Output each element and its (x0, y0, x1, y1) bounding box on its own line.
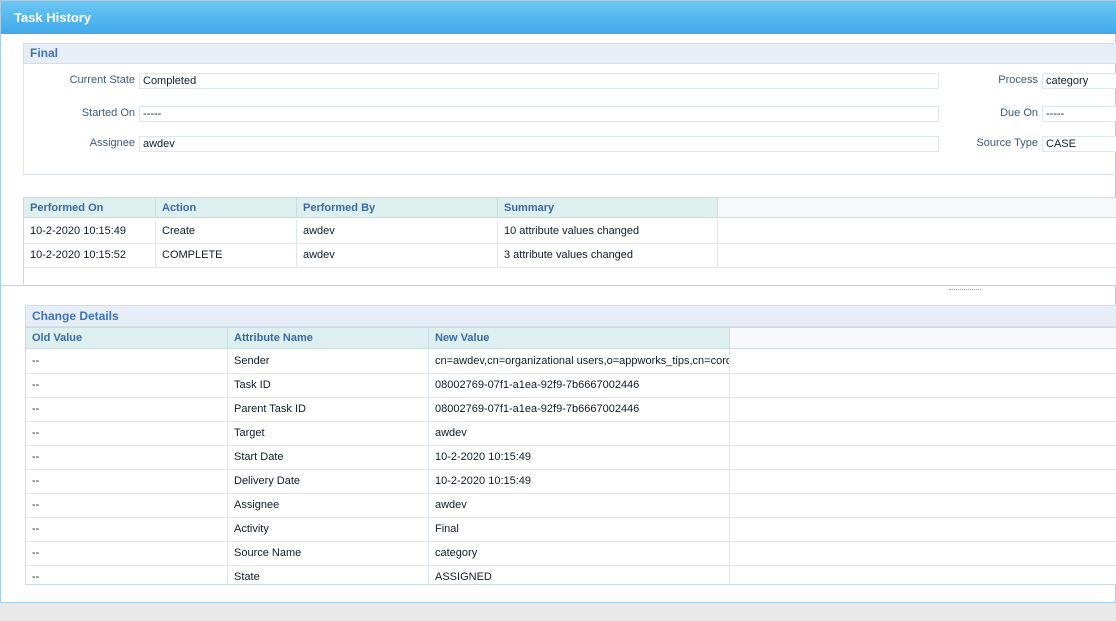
table-row[interactable]: -- Delivery Date 10-2-2020 10:15:49 (26, 470, 1116, 494)
current-state-label: Current State (69, 74, 135, 86)
performed-by-cell: awdev (297, 244, 498, 268)
new-value-cell: cn=awdev,cn=organizational users,o=appwo… (429, 350, 730, 374)
new-value-cell: 08002769-07f1-a1ea-92f9-7b6667002446 (429, 374, 730, 398)
col-performed-on[interactable]: Performed On (24, 198, 156, 218)
change-details-header: Change Details (25, 305, 1116, 327)
pane-splitter[interactable] (1, 285, 1116, 286)
col-performed-by[interactable]: Performed By (297, 198, 498, 218)
attribute-name-cell: Parent Task ID (228, 398, 429, 422)
old-value-cell: -- (26, 566, 228, 584)
window-title: Task History (1, 1, 1116, 34)
col-attribute-name[interactable]: Attribute Name (228, 328, 429, 349)
table-row[interactable]: -- Source Name category (26, 542, 1116, 566)
table-row[interactable]: 10-2-2020 10:15:49 Create awdev 10 attri… (24, 220, 1116, 244)
action-cell: COMPLETE (156, 244, 297, 268)
task-history-window: Task History Final Current State Complet… (0, 0, 1116, 603)
new-value-cell: Final (429, 518, 730, 542)
summary-cell: 10 attribute values changed (498, 220, 718, 244)
attribute-name-cell: Assignee (228, 494, 429, 518)
table-row[interactable]: -- State ASSIGNED (26, 566, 1116, 584)
started-on-field[interactable]: ----- (139, 106, 939, 122)
col-filler (730, 328, 1116, 349)
attribute-name-cell: Start Date (228, 446, 429, 470)
due-on-field[interactable]: ----- (1042, 106, 1116, 122)
table-row[interactable]: -- Task ID 08002769-07f1-a1ea-92f9-7b666… (26, 374, 1116, 398)
new-value-cell: awdev (429, 422, 730, 446)
old-value-cell: -- (26, 398, 228, 422)
attribute-name-cell: State (228, 566, 429, 584)
started-on-label: Started On (81, 107, 135, 119)
new-value-cell: ASSIGNED (429, 566, 730, 584)
col-summary[interactable]: Summary (498, 198, 718, 218)
process-label: Process (998, 74, 1038, 86)
summary-cell: 3 attribute values changed (498, 244, 718, 268)
old-value-cell: -- (26, 494, 228, 518)
col-new-value[interactable]: New Value (429, 328, 730, 349)
assignee-label: Assignee (89, 137, 135, 149)
new-value-cell: 10-2-2020 10:15:49 (429, 446, 730, 470)
action-cell: Create (156, 220, 297, 244)
new-value-cell: category (429, 542, 730, 566)
new-value-cell: 08002769-07f1-a1ea-92f9-7b6667002446 (429, 398, 730, 422)
history-grid: Performed On Action Performed By Summary… (23, 197, 1116, 285)
col-filler (718, 198, 1116, 218)
performed-on-cell: 10-2-2020 10:15:49 (24, 220, 156, 244)
old-value-cell: -- (26, 374, 228, 398)
performed-by-cell: awdev (297, 220, 498, 244)
old-value-cell: -- (26, 446, 228, 470)
attribute-name-cell: Task ID (228, 374, 429, 398)
col-old-value[interactable]: Old Value (26, 328, 228, 349)
old-value-cell: -- (26, 470, 228, 494)
attribute-name-cell: Activity (228, 518, 429, 542)
table-row[interactable]: -- Target awdev (26, 422, 1116, 446)
col-action[interactable]: Action (156, 198, 297, 218)
process-field[interactable]: category (1042, 73, 1116, 89)
attribute-name-cell: Source Name (228, 542, 429, 566)
old-value-cell: -- (26, 350, 228, 374)
splitter-grip[interactable] (949, 289, 981, 292)
attribute-name-cell: Delivery Date (228, 470, 429, 494)
table-row[interactable]: -- Assignee awdev (26, 494, 1116, 518)
table-row[interactable]: 10-2-2020 10:15:52 COMPLETE awdev 3 attr… (24, 244, 1116, 268)
old-value-cell: -- (26, 542, 228, 566)
table-row[interactable]: -- Start Date 10-2-2020 10:15:49 (26, 446, 1116, 470)
attribute-name-cell: Sender (228, 350, 429, 374)
current-state-field[interactable]: Completed (139, 73, 939, 89)
table-row[interactable]: -- Sender cn=awdev,cn=organizational use… (26, 350, 1116, 374)
source-type-label: Source Type (976, 137, 1038, 149)
due-on-label: Due On (1000, 107, 1038, 119)
table-row[interactable]: -- Activity Final (26, 518, 1116, 542)
performed-on-cell: 10-2-2020 10:15:52 (24, 244, 156, 268)
table-row[interactable]: -- Parent Task ID 08002769-07f1-a1ea-92f… (26, 398, 1116, 422)
new-value-cell: awdev (429, 494, 730, 518)
old-value-cell: -- (26, 422, 228, 446)
change-details-grid: Old Value Attribute Name New Value -- Se… (25, 327, 1116, 585)
new-value-cell: 10-2-2020 10:15:49 (429, 470, 730, 494)
source-type-field[interactable]: CASE (1042, 136, 1116, 152)
assignee-field[interactable]: awdev (139, 136, 939, 152)
final-section-header: Final (23, 43, 1116, 64)
attribute-name-cell: Target (228, 422, 429, 446)
old-value-cell: -- (26, 518, 228, 542)
